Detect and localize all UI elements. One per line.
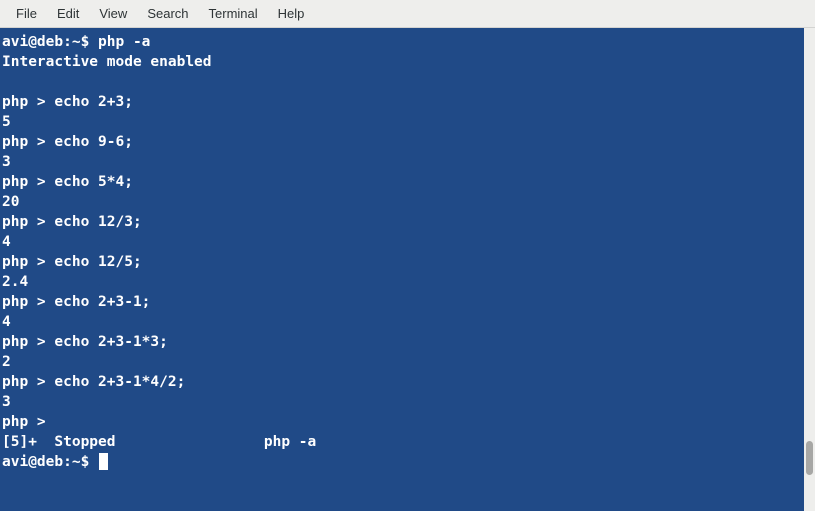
terminal-line: php > echo 2+3; xyxy=(2,92,802,112)
terminal-line xyxy=(2,72,802,92)
terminal-line: avi@deb:~$ xyxy=(2,452,802,472)
scrollbar-track[interactable] xyxy=(804,28,815,511)
terminal-line: avi@deb:~$ php -a xyxy=(2,32,802,52)
terminal-line: php > echo 2+3-1*3; xyxy=(2,332,802,352)
terminal-line: php > echo 12/3; xyxy=(2,212,802,232)
terminal-cursor xyxy=(99,453,108,470)
terminal-line: [5]+ Stopped php -a xyxy=(2,432,802,452)
terminal-line: php > echo 12/5; xyxy=(2,252,802,272)
menu-terminal[interactable]: Terminal xyxy=(199,2,268,25)
terminal-line: php > echo 2+3-1*4/2; xyxy=(2,372,802,392)
terminal-line: 2 xyxy=(2,352,802,372)
terminal-line: 4 xyxy=(2,232,802,252)
terminal-line: php > echo 9-6; xyxy=(2,132,802,152)
terminal-line: 20 xyxy=(2,192,802,212)
menu-view[interactable]: View xyxy=(89,2,137,25)
terminal-container: avi@deb:~$ php -aInteractive mode enable… xyxy=(0,28,815,511)
terminal-line: 2.4 xyxy=(2,272,802,292)
terminal-line: 3 xyxy=(2,392,802,412)
terminal-line: 5 xyxy=(2,112,802,132)
scrollbar-thumb[interactable] xyxy=(806,441,813,475)
terminal-line: 3 xyxy=(2,152,802,172)
menu-help[interactable]: Help xyxy=(268,2,315,25)
terminal-line: Interactive mode enabled xyxy=(2,52,802,72)
terminal-line: php > xyxy=(2,412,802,432)
menu-search[interactable]: Search xyxy=(137,2,198,25)
menubar: File Edit View Search Terminal Help xyxy=(0,0,815,28)
terminal-line: php > echo 5*4; xyxy=(2,172,802,192)
menu-file[interactable]: File xyxy=(6,2,47,25)
terminal-line: php > echo 2+3-1; xyxy=(2,292,802,312)
menu-edit[interactable]: Edit xyxy=(47,2,89,25)
terminal-line: 4 xyxy=(2,312,802,332)
terminal-output[interactable]: avi@deb:~$ php -aInteractive mode enable… xyxy=(0,28,804,511)
